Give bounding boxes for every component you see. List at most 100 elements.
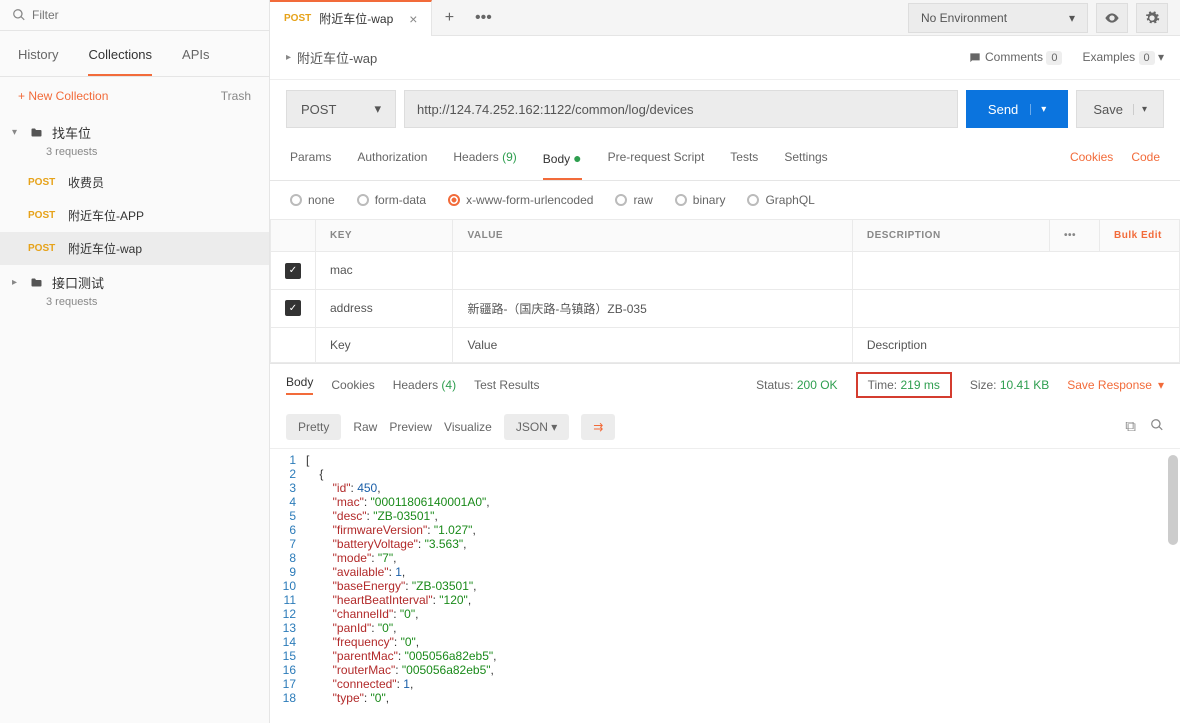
environment-select[interactable]: No Environment ▾ <box>908 3 1088 33</box>
chevron-right-icon: ▸ <box>12 277 20 288</box>
breadcrumb-name: 附近车位-wap <box>297 48 377 67</box>
chevron-down-icon[interactable]: ▾ <box>1133 104 1147 115</box>
table-row[interactable]: ✓ address 新疆路-（国庆路-乌镇路）ZB-035 <box>271 289 1180 327</box>
collection-name: 接口测试 <box>52 273 104 292</box>
method-select[interactable]: POST▾ <box>286 90 396 128</box>
new-collection-button[interactable]: + New Collection <box>18 89 108 103</box>
request-name: 收费员 <box>68 174 104 191</box>
request-item[interactable]: POST 收费员 <box>0 166 269 199</box>
tab-prerequest[interactable]: Pre-request Script <box>608 138 705 180</box>
tab-method: POST <box>284 13 311 24</box>
tab-body[interactable]: Body● <box>543 138 582 180</box>
view-pretty[interactable]: Pretty <box>286 414 341 440</box>
eye-icon[interactable] <box>1096 3 1128 33</box>
chevron-down-icon: ▾ <box>1069 11 1075 25</box>
collections-list: ▾ 找车位 3 requests POST 收费员 POST 附近车位-APP … <box>0 115 269 723</box>
wrap-icon[interactable]: ⇉ <box>581 414 615 440</box>
request-name: 附近车位-APP <box>68 207 144 224</box>
collection-item[interactable]: ▾ 找车位 <box>0 115 269 150</box>
resp-tab-headers[interactable]: Headers (4) <box>393 378 456 392</box>
tab-title: 附近车位-wap <box>319 10 393 27</box>
cell-value[interactable] <box>453 252 852 290</box>
view-raw[interactable]: Raw <box>353 420 377 434</box>
chevron-down-icon: ▾ <box>374 101 381 117</box>
checkbox[interactable]: ✓ <box>285 263 301 279</box>
send-button[interactable]: Send▾ <box>966 90 1068 128</box>
environment-label: No Environment <box>921 11 1007 25</box>
request-method: POST <box>28 177 58 188</box>
cell-value[interactable]: 新疆路-（国庆路-乌镇路）ZB-035 <box>453 289 852 327</box>
cell-key[interactable]: address <box>316 289 453 327</box>
chevron-down-icon: ▾ <box>12 127 20 138</box>
radio-urlencoded[interactable]: x-www-form-urlencoded <box>448 193 593 207</box>
search-icon <box>12 8 26 22</box>
save-button[interactable]: Save▾ <box>1076 90 1164 128</box>
breadcrumb[interactable]: ▸ 附近车位-wap <box>286 48 377 67</box>
tab-history[interactable]: History <box>18 31 58 76</box>
col-desc: DESCRIPTION <box>852 220 1049 252</box>
table-row[interactable]: ✓ mac <box>271 252 1180 290</box>
resp-tab-body[interactable]: Body <box>286 375 313 395</box>
cookies-link[interactable]: Cookies <box>1070 138 1113 180</box>
trash-link[interactable]: Trash <box>221 89 251 103</box>
request-method: POST <box>28 210 58 221</box>
tab-params[interactable]: Params <box>290 138 331 180</box>
resp-tab-tests[interactable]: Test Results <box>474 378 539 392</box>
cell-desc[interactable] <box>852 289 1179 327</box>
radio-raw[interactable]: raw <box>615 193 652 207</box>
tab-apis[interactable]: APIs <box>182 31 209 76</box>
search-icon[interactable] <box>1150 418 1164 435</box>
radio-formdata[interactable]: form-data <box>357 193 426 207</box>
save-response-button[interactable]: Save Response ▾ <box>1067 378 1164 392</box>
size-label: Size: 10.41 KB <box>970 378 1049 392</box>
folder-icon <box>28 127 44 139</box>
collection-name: 找车位 <box>52 123 91 142</box>
code-link[interactable]: Code <box>1131 138 1160 180</box>
tab-settings[interactable]: Settings <box>784 138 827 180</box>
tab-headers[interactable]: Headers (9) <box>453 138 516 180</box>
radio-binary[interactable]: binary <box>675 193 726 207</box>
resp-tab-cookies[interactable]: Cookies <box>331 378 374 392</box>
more-icon[interactable]: ••• <box>1050 220 1100 252</box>
gear-icon[interactable] <box>1136 3 1168 33</box>
status-label: Status: 200 OK <box>756 378 837 392</box>
checkbox[interactable]: ✓ <box>285 300 301 316</box>
examples-button[interactable]: Examples 0 ▾ <box>1082 50 1164 64</box>
bulk-edit-link[interactable]: Bulk Edit <box>1114 230 1162 241</box>
cell-key[interactable]: Key <box>316 327 453 362</box>
view-preview[interactable]: Preview <box>389 420 432 434</box>
more-tabs-button[interactable]: ••• <box>466 9 500 27</box>
scrollbar[interactable] <box>1168 455 1178 545</box>
params-table: KEY VALUE DESCRIPTION ••• Bulk Edit ✓ ma… <box>270 219 1180 363</box>
request-name: 附近车位-wap <box>68 240 142 257</box>
request-tab[interactable]: POST 附近车位-wap × <box>270 0 432 36</box>
cell-key[interactable]: mac <box>316 252 453 290</box>
comments-button[interactable]: Comments 0 <box>968 50 1063 65</box>
cell-value[interactable]: Value <box>453 327 852 362</box>
response-body[interactable]: 1[2 {3 "id": 450,4 "mac": "0001180614000… <box>270 449 1180 723</box>
tab-collections[interactable]: Collections <box>88 31 152 76</box>
view-visualize[interactable]: Visualize <box>444 420 492 434</box>
chevron-down-icon[interactable]: ▾ <box>1030 104 1046 115</box>
filter-input[interactable] <box>32 8 257 22</box>
chevron-right-icon: ▸ <box>286 52 291 63</box>
url-input[interactable] <box>404 90 958 128</box>
tab-authorization[interactable]: Authorization <box>357 138 427 180</box>
radio-none[interactable]: none <box>290 193 335 207</box>
request-item[interactable]: POST 附近车位-APP <box>0 199 269 232</box>
request-method: POST <box>28 243 58 254</box>
cell-desc[interactable]: Description <box>852 327 1179 362</box>
col-key: KEY <box>316 220 453 252</box>
close-icon[interactable]: × <box>409 11 417 27</box>
request-item[interactable]: POST 附近车位-wap <box>0 232 269 265</box>
cell-desc[interactable] <box>852 252 1179 290</box>
copy-icon[interactable]: ⧉ <box>1125 418 1136 435</box>
col-value: VALUE <box>453 220 852 252</box>
collection-item[interactable]: ▸ 接口测试 <box>0 265 269 300</box>
table-row[interactable]: Key Value Description <box>271 327 1180 362</box>
new-tab-button[interactable]: + <box>432 9 466 27</box>
tab-tests[interactable]: Tests <box>730 138 758 180</box>
time-label: Time: 219 ms <box>856 372 952 398</box>
radio-graphql[interactable]: GraphQL <box>747 193 814 207</box>
format-select[interactable]: JSON ▾ <box>504 414 569 440</box>
